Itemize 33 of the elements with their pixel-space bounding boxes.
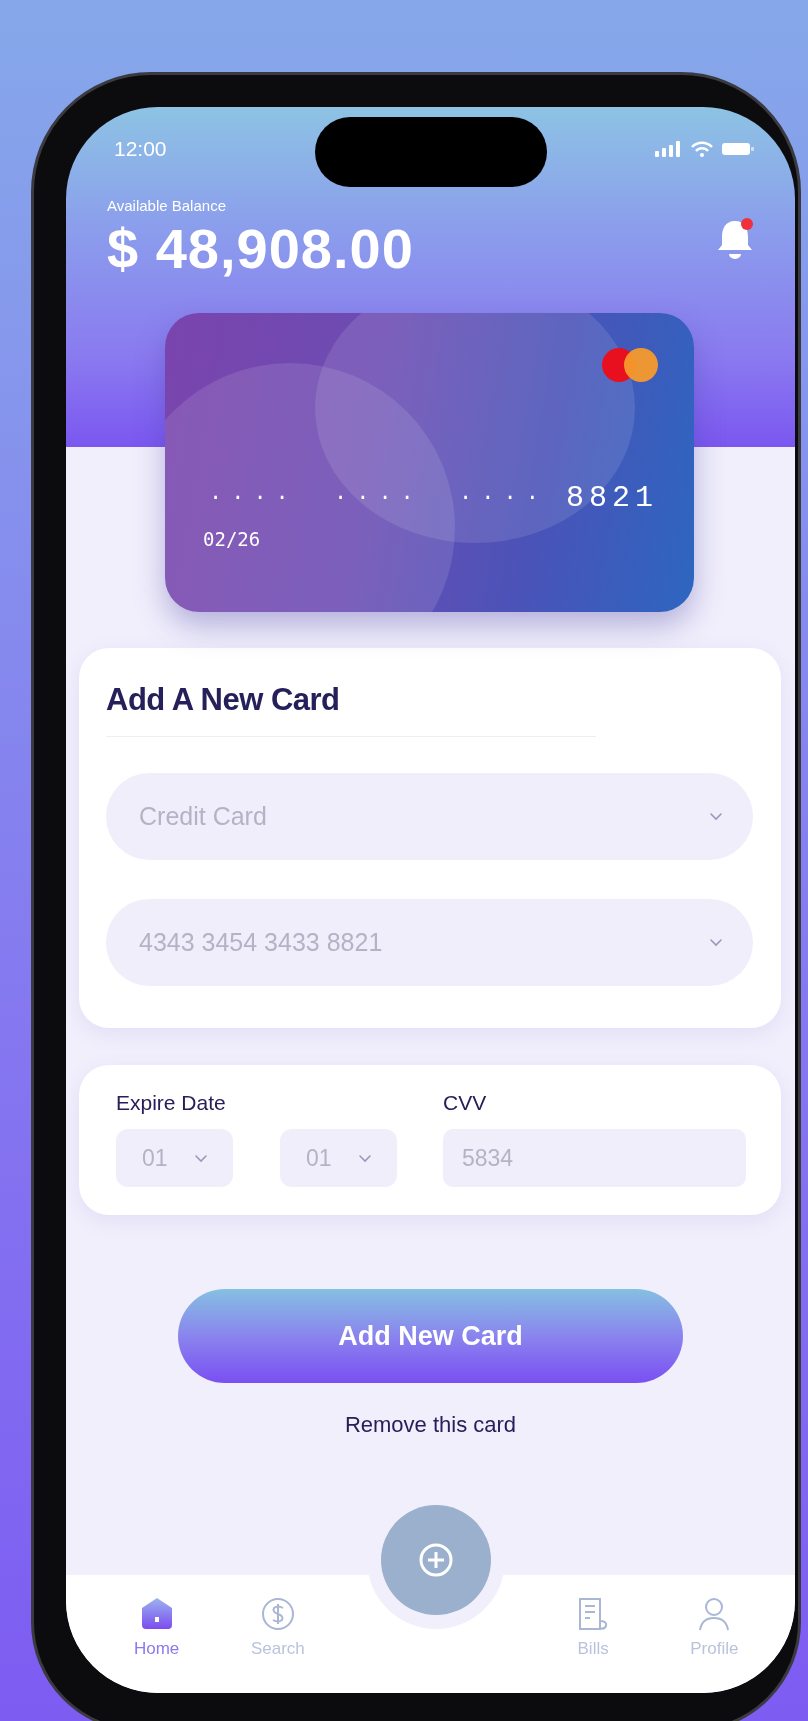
balance-label: Available Balance <box>107 197 227 214</box>
dropdown-field[interactable]: Credit Card <box>106 773 753 860</box>
nav-tab[interactable]: Search <box>217 1575 339 1693</box>
chevron-down-icon <box>709 812 723 821</box>
card-number-mask: ···· ···· ···· <box>209 485 548 511</box>
chevron-down-icon <box>193 1153 208 1163</box>
home-icon <box>139 1597 174 1631</box>
person-icon <box>697 1597 732 1631</box>
battery-icon <box>721 141 755 157</box>
wifi-icon <box>691 141 713 157</box>
card-expiry: 02/26 <box>203 528 261 550</box>
balance-amount: $ 48,908.00 <box>107 216 414 281</box>
input-field[interactable]: 5834 <box>443 1129 746 1187</box>
card-last-digits: 8821 <box>566 481 658 515</box>
status-time: 12:00 <box>114 137 167 161</box>
field-label: Expire Date <box>116 1091 227 1115</box>
dropdown-field[interactable]: 01 <box>116 1129 233 1187</box>
remove-card-link[interactable]: Remove this card <box>344 1412 517 1438</box>
dropdown-field[interactable]: 01 <box>280 1129 397 1187</box>
dropdown-field[interactable]: 4343 3454 3433 8821 <box>106 899 753 986</box>
form-title: Add A New Card <box>106 682 341 718</box>
plus-circle-icon <box>417 1542 454 1578</box>
nav-tab[interactable]: Home <box>96 1575 218 1693</box>
add-card-button[interactable]: Add New Card <box>178 1289 683 1383</box>
dollar-coin-icon <box>260 1597 295 1631</box>
bell-icon[interactable] <box>715 217 755 261</box>
field-label: CVV <box>443 1091 488 1115</box>
nav-tab[interactable]: Profile <box>653 1575 775 1693</box>
nav-tab[interactable]: Bills <box>532 1575 654 1693</box>
chevron-down-icon <box>357 1153 372 1163</box>
signal-icon <box>655 141 683 157</box>
card-brand-logo <box>600 346 660 384</box>
chevron-down-icon <box>709 938 723 947</box>
